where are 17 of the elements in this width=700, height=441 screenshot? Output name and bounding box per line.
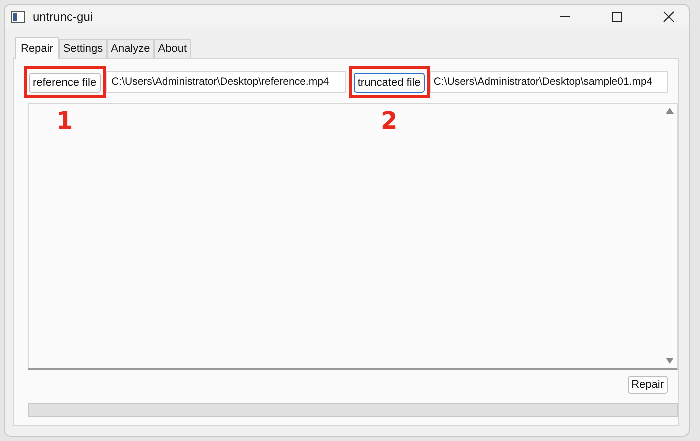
tab[interactable]: Settings [59,39,108,58]
path-field[interactable]: C:\Users\Administrator\Desktop\sample01.mp4 [430,71,668,93]
tab[interactable]: Repair [15,37,60,59]
tab[interactable]: About [154,39,192,58]
window-title: untrunc-gui [33,10,94,24]
file-button[interactable]: reference file [29,73,101,93]
scroll-down-icon[interactable] [666,358,674,364]
annotation-number: 2 [380,107,398,135]
close-icon[interactable] [663,10,675,22]
maximize-icon[interactable] [611,10,623,22]
scroll-up-icon[interactable] [666,108,674,114]
path-field[interactable]: C:\Users\Administrator\Desktop\reference.mp4 [106,71,346,93]
annotation-number: 1 [56,107,74,135]
file-button[interactable]: truncated file [354,73,425,93]
app-icon [11,10,25,22]
repair-button[interactable]: Repair [628,376,668,394]
tab[interactable]: Analyze [107,39,154,58]
